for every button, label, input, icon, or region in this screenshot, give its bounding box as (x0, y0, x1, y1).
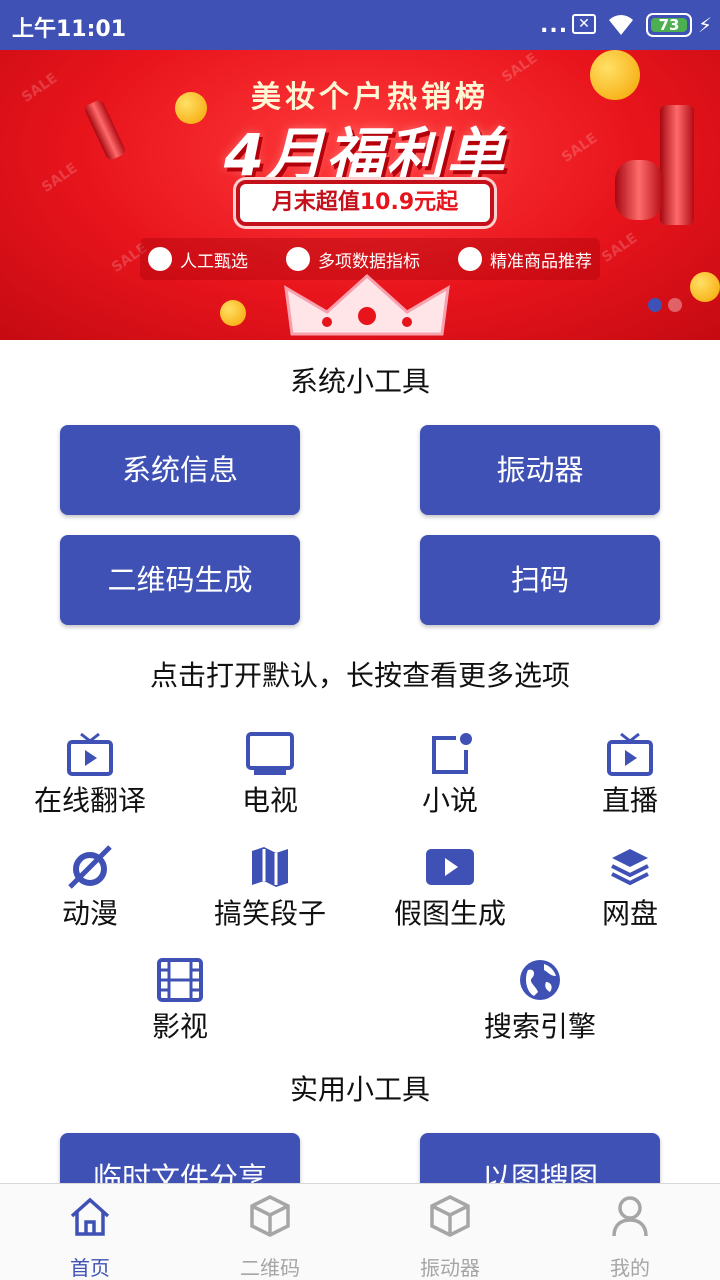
cube-icon (430, 1195, 470, 1237)
tool-label: 直播 (601, 784, 658, 817)
page-dot[interactable] (668, 298, 682, 312)
nav-label: 二维码 (240, 1256, 300, 1280)
tool-search-engine[interactable]: 搜索引擎 (450, 958, 630, 1044)
list-circle-icon (286, 247, 310, 271)
crown-icon (284, 273, 450, 336)
decor-orb (690, 272, 720, 302)
tool-fake-image[interactable]: 假图生成 (360, 845, 540, 931)
pill-prefix: 月末超值 (271, 190, 360, 215)
wifi-icon (609, 15, 633, 36)
status-time: 上午11:01 (12, 17, 127, 42)
globe-icon (520, 960, 560, 1000)
heart-circle-icon (458, 247, 482, 271)
scan-button[interactable]: 扫码 (420, 535, 660, 625)
banner-page-indicator[interactable] (648, 298, 682, 312)
qr-generate-button[interactable]: 二维码生成 (60, 535, 300, 625)
person-icon (612, 1196, 648, 1237)
tool-live[interactable]: 直播 (540, 732, 720, 818)
pill-highlight: 10.9元起 (359, 190, 459, 215)
practical-tools-title: 实用小工具 (289, 1073, 430, 1106)
tool-label: 影视 (151, 1010, 208, 1043)
nav-home[interactable]: 首页 (0, 1184, 180, 1280)
promo-banner[interactable]: SALE SALE SALE SALE SALE SALE 美妆个户热销榜 4月… (0, 50, 720, 340)
tool-jokes[interactable]: 搞笑段子 (180, 845, 360, 931)
tv-play-icon (67, 732, 113, 776)
status-bar: 上午11:01 ... ✕ 73 ⚡ (0, 0, 720, 50)
feature-label: 多项数据指标 (318, 251, 420, 272)
tool-anime[interactable]: 动漫 (0, 845, 180, 931)
battery-level: 73 (658, 16, 680, 34)
battery-icon: 73 (646, 13, 692, 37)
tool-label: 动漫 (61, 897, 118, 930)
person-circle-icon (148, 247, 172, 271)
system-info-button[interactable]: 系统信息 (60, 425, 300, 515)
sale-watermark: SALE (598, 230, 641, 266)
x-box-icon: ✕ (572, 14, 596, 34)
vibrator-button[interactable]: 振动器 (420, 425, 660, 515)
tool-online-translate[interactable]: 在线翻译 (0, 732, 180, 818)
tool-label: 搜索引擎 (483, 1010, 596, 1043)
cube-icon (250, 1195, 290, 1237)
layers-icon (611, 849, 649, 886)
nav-label: 我的 (610, 1256, 650, 1280)
tool-label: 在线翻译 (33, 784, 146, 817)
orbit-icon (68, 845, 112, 889)
tool-cloud-disk[interactable]: 网盘 (540, 845, 720, 931)
sale-watermark: SALE (558, 130, 601, 166)
home-icon (70, 1197, 110, 1236)
hint-text: 点击打开默认，长按查看更多选项 (149, 659, 570, 692)
feature-item: 精准商品推荐 (458, 247, 592, 272)
tool-label: 网盘 (601, 897, 658, 930)
film-icon (157, 958, 203, 1002)
decor-orb (220, 300, 246, 326)
map-icon (252, 847, 288, 887)
feature-item: 多项数据指标 (286, 247, 420, 272)
nav-mine[interactable]: 我的 (540, 1184, 720, 1280)
page-dot[interactable] (648, 298, 662, 312)
tv-play-icon (607, 732, 653, 776)
feature-label: 精准商品推荐 (490, 251, 592, 272)
product-bottle (615, 160, 663, 220)
notification-square-icon (432, 733, 472, 774)
nav-label: 首页 (70, 1256, 110, 1280)
nav-vibrator[interactable]: 振动器 (360, 1184, 540, 1280)
sale-watermark: SALE (38, 160, 81, 196)
signal-dots: ... (540, 13, 569, 38)
tool-novel[interactable]: 小说 (360, 732, 540, 818)
tool-label: 小说 (421, 784, 478, 817)
bottom-navigation: 首页 二维码 振动器 我的 (0, 1183, 720, 1280)
nav-qrcode[interactable]: 二维码 (180, 1184, 360, 1280)
nav-label: 振动器 (420, 1256, 480, 1280)
tool-movies[interactable]: 影视 (90, 958, 270, 1044)
monitor-icon (246, 732, 294, 775)
product-bottle (660, 105, 694, 225)
video-play-icon (426, 849, 474, 885)
tool-tv[interactable]: 电视 (180, 732, 360, 818)
tool-label: 假图生成 (393, 897, 506, 930)
bolt-icon: ⚡ (698, 13, 713, 37)
system-tools-title: 系统小工具 (289, 365, 430, 398)
feature-label: 人工甄选 (180, 251, 248, 272)
tool-label: 搞笑段子 (213, 897, 326, 930)
banner-price-pill: 月末超值10.9元起 (236, 180, 494, 226)
tool-label: 电视 (241, 784, 298, 817)
feature-item: 人工甄选 (148, 247, 248, 272)
